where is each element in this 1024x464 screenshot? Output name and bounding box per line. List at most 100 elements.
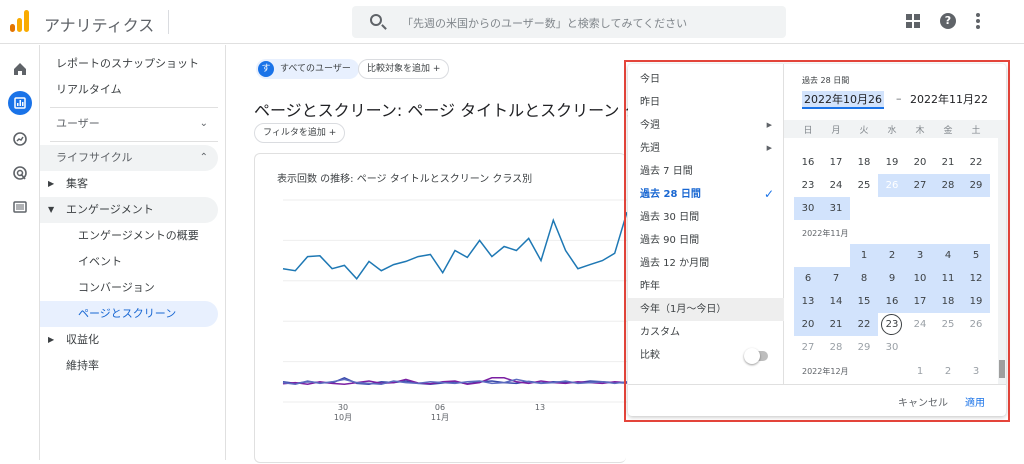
home-icon[interactable] xyxy=(8,57,32,81)
calendar-day[interactable]: 23 xyxy=(878,313,906,336)
calendar-day[interactable]: 29 xyxy=(850,336,878,359)
calendar-day[interactable]: 16 xyxy=(794,151,822,174)
calendar-day[interactable]: 21 xyxy=(822,313,850,336)
preset-option[interactable]: 今日 xyxy=(628,68,784,91)
analytics-logo-icon[interactable] xyxy=(10,10,32,32)
x-tick-month-label: 11月 xyxy=(431,413,449,422)
calendar-day[interactable]: 22 xyxy=(962,151,990,174)
apply-button[interactable]: 適用 xyxy=(965,394,985,409)
calendar-day[interactable]: 17 xyxy=(906,290,934,313)
nav-section-lifecycle[interactable]: ライフサイクル ⌃ xyxy=(40,145,218,171)
nav-retention[interactable]: 維持率 xyxy=(40,353,218,379)
calendar-day[interactable]: 18 xyxy=(850,151,878,174)
calendar-day[interactable]: 31 xyxy=(822,197,850,220)
preset-option[interactable]: 過去 28 日間 ✓ xyxy=(628,183,784,206)
calendar-day[interactable]: 20 xyxy=(794,313,822,336)
list-icon[interactable] xyxy=(8,195,32,219)
preset-option[interactable]: 昨日 xyxy=(628,91,784,114)
calendar-day[interactable]: 8 xyxy=(850,267,878,290)
scrollbar-thumb[interactable] xyxy=(999,360,1005,378)
calendar-day[interactable]: 13 xyxy=(794,290,822,313)
calendar-day[interactable]: 23 xyxy=(794,174,822,197)
nav-report-snapshot[interactable]: レポートのスナップショット xyxy=(40,51,218,77)
nav-conversions[interactable]: コンバージョン xyxy=(40,275,218,301)
all-users-chip[interactable]: す すべてのユーザー xyxy=(256,59,359,79)
calendar-day[interactable]: 3 xyxy=(906,244,934,267)
preset-option[interactable]: 過去 12 か月間 xyxy=(628,252,784,275)
nav-pages-and-screens[interactable]: ページとスクリーン xyxy=(40,301,218,327)
calendar-day[interactable]: 16 xyxy=(878,290,906,313)
calendar-day[interactable]: 2 xyxy=(934,360,962,383)
calendar-day[interactable]: 1 xyxy=(906,360,934,383)
add-filter-button[interactable]: フィルタを追加 + xyxy=(254,123,346,143)
calendar-day[interactable]: 18 xyxy=(934,290,962,313)
picker-footer: キャンセル 適用 xyxy=(628,384,1006,416)
calendar-day[interactable]: 19 xyxy=(878,151,906,174)
preset-option[interactable]: 昨年 xyxy=(628,275,784,298)
calendar-day[interactable]: 30 xyxy=(878,336,906,359)
calendar-day[interactable]: 28 xyxy=(934,174,962,197)
calendar-day[interactable]: 11 xyxy=(934,267,962,290)
add-comparison-button[interactable]: 比較対象を追加 + xyxy=(358,59,450,79)
calendar-day[interactable]: 10 xyxy=(906,267,934,290)
calendar-day[interactable]: 3 xyxy=(962,360,990,383)
calendar-day[interactable]: 22 xyxy=(850,313,878,336)
apps-grid-icon[interactable] xyxy=(906,14,920,28)
calendar-day[interactable]: 1 xyxy=(850,244,878,267)
cancel-button[interactable]: キャンセル xyxy=(898,394,948,409)
calendar-day[interactable]: 12 xyxy=(962,267,990,290)
calendar-day[interactable]: 15 xyxy=(850,290,878,313)
calendar-day[interactable]: 2 xyxy=(878,244,906,267)
calendar-day[interactable]: 29 xyxy=(962,174,990,197)
preset-option[interactable]: 先週 ▶ xyxy=(628,137,784,160)
nav-engagement-overview[interactable]: エンゲージメントの概要 xyxy=(40,223,218,249)
explore-icon[interactable] xyxy=(8,127,32,151)
nav-monetization[interactable]: ▶ 収益化 xyxy=(40,327,218,353)
calendar-day[interactable]: 27 xyxy=(906,174,934,197)
preset-option[interactable]: カスタム xyxy=(628,321,784,344)
preset-option[interactable]: 過去 30 日間 xyxy=(628,206,784,229)
preset-option[interactable]: 過去 90 日間 xyxy=(628,229,784,252)
calendar-days: 16 17 18 19 20 21 22 23 24 25 26 27 28 29 30 31 2022年11月… xyxy=(784,64,998,384)
nav-acquisition[interactable]: ▶ 集客 xyxy=(40,171,218,197)
calendar-day[interactable]: 26 xyxy=(962,313,990,336)
search-input[interactable]: 「先週の米国からのユーザー数」と検索してみてください xyxy=(402,15,687,31)
advertising-icon[interactable] xyxy=(8,161,32,185)
calendar-scrollbar[interactable] xyxy=(998,120,1006,384)
calendar-day[interactable]: 5 xyxy=(962,244,990,267)
calendar-day[interactable]: 20 xyxy=(906,151,934,174)
calendar-day[interactable]: 21 xyxy=(934,151,962,174)
calendar-day[interactable]: 7 xyxy=(822,267,850,290)
calendar-day[interactable]: 17 xyxy=(822,151,850,174)
calendar-day[interactable]: 27 xyxy=(794,336,822,359)
search-bar[interactable]: 「先週の米国からのユーザー数」と検索してみてください xyxy=(352,6,786,38)
preset-option[interactable]: 過去 7 日間 xyxy=(628,160,784,183)
calendar-day[interactable]: 24 xyxy=(822,174,850,197)
nav-section-user[interactable]: ユーザー ⌄ xyxy=(40,111,218,137)
nav-realtime[interactable]: リアルタイム xyxy=(40,77,218,103)
calendar-day[interactable]: 6 xyxy=(794,267,822,290)
x-tick-month-label: 10月 xyxy=(334,413,352,422)
calendar-day[interactable]: 25 xyxy=(934,313,962,336)
calendar-day[interactable]: 14 xyxy=(822,290,850,313)
more-vert-icon[interactable] xyxy=(976,13,980,29)
compare-toggle[interactable] xyxy=(744,348,768,364)
reports-icon[interactable] xyxy=(8,91,32,115)
calendar-day[interactable]: 30 xyxy=(794,197,822,220)
calendar-day[interactable]: 24 xyxy=(906,313,934,336)
calendar-day[interactable]: 28 xyxy=(822,336,850,359)
calendar-day[interactable]: 19 xyxy=(962,290,990,313)
calendar-day[interactable]: 25 xyxy=(850,174,878,197)
help-icon[interactable]: ? xyxy=(940,13,956,29)
app-title[interactable]: アナリティクス xyxy=(44,12,154,36)
calendar-day[interactable]: 9 xyxy=(878,267,906,290)
preset-option[interactable]: 今週 ▶ xyxy=(628,114,784,137)
expand-arrow-icon: ▶ xyxy=(48,179,55,188)
nav-events[interactable]: イベント xyxy=(40,249,218,275)
search-icon[interactable] xyxy=(370,14,382,26)
calendar-day[interactable]: 26 xyxy=(878,174,906,197)
preset-option[interactable]: 今年（1月〜今日） xyxy=(628,298,784,321)
calendar-day[interactable]: 4 xyxy=(934,244,962,267)
preset-option[interactable]: 比較 xyxy=(628,344,784,367)
nav-engagement[interactable]: ▼ エンゲージメント xyxy=(40,197,218,223)
